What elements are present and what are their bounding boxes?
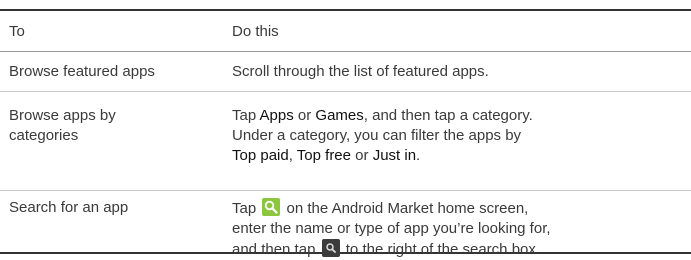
just-in-term: Just in bbox=[372, 147, 417, 164]
table-header-row: To Do this bbox=[0, 11, 691, 52]
row-instruction: Tap on the Android Market home screen, e… bbox=[232, 191, 691, 258]
instruction-text: or bbox=[293, 107, 316, 124]
instruction-table: To Do this Browse featured apps Scroll t… bbox=[0, 9, 691, 258]
market-search-icon bbox=[262, 198, 281, 216]
instruction-text: Tap bbox=[232, 107, 260, 124]
instruction-text: . bbox=[416, 147, 421, 164]
instruction-text: Under a category, you can filter the app… bbox=[232, 127, 522, 144]
top-paid-term: Top paid bbox=[232, 147, 289, 164]
instruction-text: on the Android Market home screen, bbox=[282, 200, 529, 217]
task-line: Browse apps by bbox=[9, 107, 116, 124]
table-row: Browse apps by categories Tap Apps or Ga… bbox=[0, 92, 691, 191]
instruction-text: to the right of the search box. bbox=[341, 241, 541, 258]
row-instruction: Scroll through the list of featured apps… bbox=[232, 63, 489, 80]
row-task: Browse apps by categories bbox=[0, 92, 232, 190]
task-line: categories bbox=[9, 127, 79, 144]
instruction-text: or bbox=[351, 147, 373, 164]
instruction-text: enter the name or type of app you’re loo… bbox=[232, 220, 551, 237]
instruction-text: , and then tap a category. bbox=[363, 107, 533, 124]
table-row: Search for an app Tap on the Android Mar… bbox=[0, 191, 691, 258]
row-task: Browse featured apps bbox=[9, 63, 155, 80]
apps-term: Apps bbox=[259, 107, 294, 124]
instruction-text: and then tap bbox=[232, 241, 316, 258]
row-task: Search for an app bbox=[9, 199, 129, 216]
header-to: To bbox=[9, 23, 25, 40]
row-instruction: Tap Apps or Games, and then tap a catego… bbox=[232, 92, 691, 190]
top-free-term: Top free bbox=[296, 147, 351, 164]
instruction-text: Tap bbox=[232, 200, 257, 217]
table-row: Browse featured apps Scroll through the … bbox=[0, 52, 691, 92]
instruction-text: , bbox=[288, 147, 297, 164]
header-do-this: Do this bbox=[232, 23, 279, 40]
search-button-icon bbox=[321, 239, 340, 257]
games-term: Games bbox=[315, 107, 364, 124]
